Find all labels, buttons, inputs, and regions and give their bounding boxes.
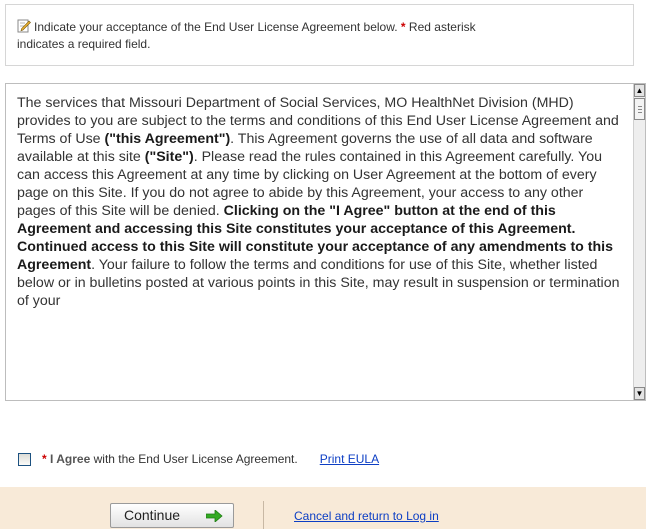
required-asterisk: *	[400, 20, 406, 34]
pencil-edit-icon	[17, 19, 31, 33]
cancel-login-link[interactable]: Cancel and return to Log in	[294, 509, 439, 523]
green-arrow-right-icon	[206, 510, 223, 522]
instructions-text: Indicate your acceptance of the End User…	[34, 20, 398, 34]
instructions-panel: Indicate your acceptance of the End User…	[5, 4, 634, 66]
print-eula-link[interactable]: Print EULA	[320, 452, 379, 466]
agree-row: * I Agree with the End User License Agre…	[18, 451, 379, 467]
footer-divider	[263, 501, 264, 529]
eula-scroll-box[interactable]: The services that Missouri Department of…	[5, 83, 646, 401]
agree-checkbox[interactable]	[18, 452, 31, 466]
scroll-up-icon[interactable]: ▲	[634, 84, 645, 97]
scroll-down-icon[interactable]: ▼	[634, 387, 645, 400]
scrollbar-thumb[interactable]	[634, 98, 645, 120]
continue-label: Continue	[124, 507, 181, 523]
footer-bar: Continue Cancel and return to Log in	[0, 487, 646, 529]
agree-label: * I Agree with the End User License Agre…	[42, 452, 298, 466]
eula-text: The services that Missouri Department of…	[17, 95, 620, 309]
continue-button[interactable]: Continue	[110, 503, 234, 528]
required-note-line2: indicates a required field.	[17, 37, 151, 51]
required-note: Red asterisk	[408, 20, 476, 34]
eula-scrollbar[interactable]: ▲ ▼	[633, 84, 645, 400]
